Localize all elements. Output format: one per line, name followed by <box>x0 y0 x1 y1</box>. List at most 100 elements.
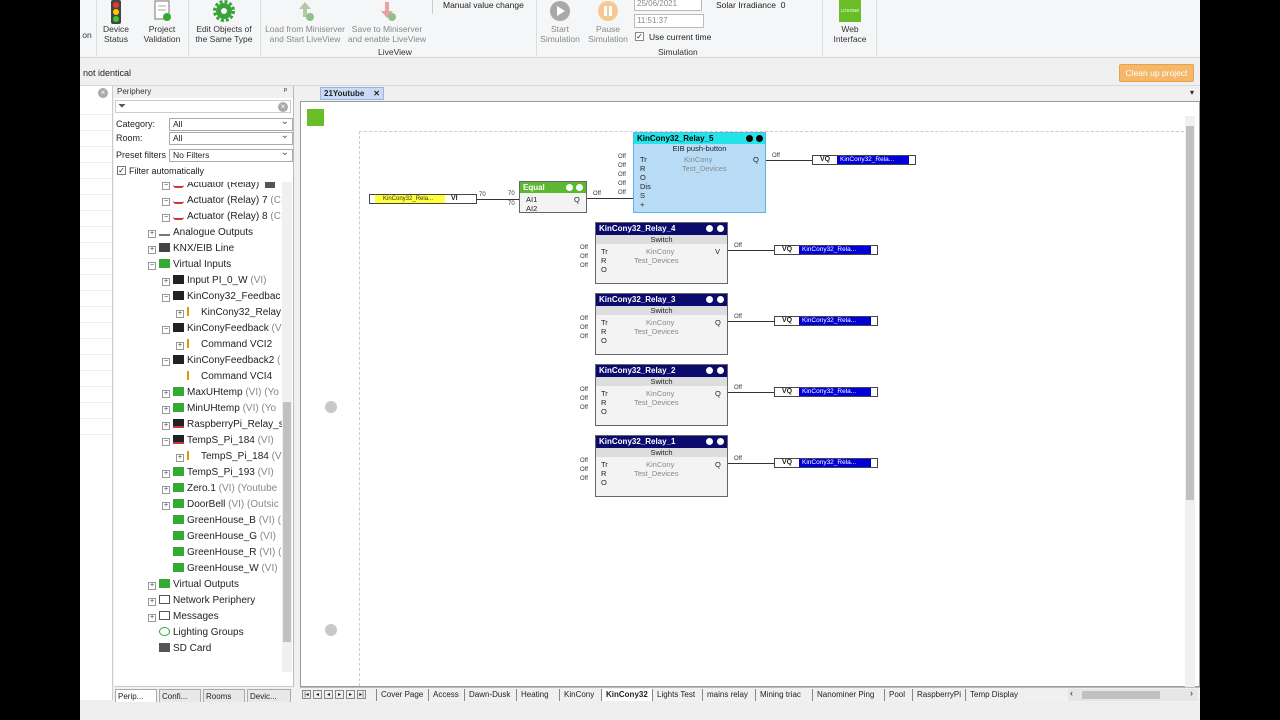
settings-icon[interactable] <box>706 225 713 232</box>
tree-item[interactable]: − Virtual Inputs <box>148 257 231 273</box>
virtual-input-block[interactable]: KinCony32_Rela... VI <box>369 194 477 204</box>
tab-pool[interactable]: Pool <box>884 689 909 701</box>
scroll-left-icon[interactable]: ‹ <box>1070 688 1073 698</box>
tab-temp-display[interactable]: Temp Display <box>965 689 1022 701</box>
tree-item[interactable]: + Virtual Outputs <box>148 577 239 593</box>
relay-5-block[interactable]: KinCony32_Relay_5 EIB push-button Tr R O… <box>633 132 766 213</box>
tree-item[interactable]: + Network Periphery <box>148 593 255 609</box>
room-select[interactable]: All <box>169 130 293 145</box>
next-page-icon[interactable]: ▸ <box>335 690 344 699</box>
scroll-thumb[interactable] <box>1082 691 1160 699</box>
tab-mains-relay[interactable]: mains relay <box>702 689 752 701</box>
clear-icon[interactable]: × <box>98 88 108 98</box>
scroll-right-icon[interactable]: › <box>1190 688 1193 698</box>
tree-item[interactable]: + Command VCI2 <box>176 337 272 353</box>
tab-dropdown-icon[interactable]: ▾ <box>1190 88 1194 97</box>
start-simulation-button[interactable]: Start Simulation <box>538 0 582 44</box>
load-liveview-button[interactable]: Load from Miniserver and Start LiveView <box>262 0 348 44</box>
settings-icon[interactable] <box>706 438 713 445</box>
tree-item[interactable]: + RaspberryPi_Relay_s <box>162 417 282 433</box>
pin-icon[interactable]: ᵖ <box>284 86 287 95</box>
time-picker[interactable]: 11:51:37 <box>634 14 704 28</box>
tab-raspberrypi[interactable]: RaspberryPi <box>912 689 965 701</box>
horizontal-scrollbar[interactable]: ‹ › <box>1068 688 1198 701</box>
manual-value-change[interactable]: Manual value change <box>443 0 524 10</box>
periphery-scrollbar[interactable] <box>282 182 292 672</box>
relay-4-block[interactable]: KinCony32_Relay_4 Switch Tr R O KinCony … <box>595 222 728 284</box>
tree-item[interactable]: + TempS_Pi_184 (V <box>176 449 282 465</box>
edit-objects-button[interactable]: Edit Objects of the Same Type <box>192 0 256 44</box>
clean-up-project-button[interactable]: Clean up project <box>1119 64 1194 82</box>
tree-item[interactable]: +GreenHouse_R (VI) ( <box>162 545 281 561</box>
preset-filters-select[interactable]: No Filters <box>169 147 293 162</box>
info-icon[interactable] <box>717 225 724 232</box>
relay-2-block[interactable]: KinCony32_Relay_2 Switch Tr R O KinCony … <box>595 364 728 426</box>
tab-dawn-dusk[interactable]: Dawn-Dusk <box>464 689 514 701</box>
info-icon[interactable] <box>756 135 763 142</box>
settings-icon[interactable] <box>566 184 573 191</box>
tree-item[interactable]: − Actuator (Relay) <box>162 182 276 193</box>
tree-item[interactable]: + KinCony32_Relay <box>176 305 281 321</box>
tab-cover-page[interactable]: Cover Page <box>376 689 427 701</box>
settings-icon[interactable] <box>706 367 713 374</box>
virtual-output-block[interactable]: VQ KinCony32_Rela... <box>812 155 916 165</box>
tree-item[interactable]: +Lighting Groups <box>148 625 244 641</box>
tab-heating[interactable]: Heating <box>516 689 553 701</box>
filter-automatically-checkbox[interactable]: ✓ <box>117 166 126 175</box>
tab-kincony32[interactable]: KinCony32 <box>601 689 652 701</box>
save-liveview-button[interactable]: Save to Miniserver and enable LiveView <box>346 0 428 44</box>
settings-icon[interactable] <box>746 135 753 142</box>
tree-item[interactable]: − TempS_Pi_184 (VI) <box>162 433 274 449</box>
tree-item[interactable]: +GreenHouse_G (VI) <box>162 529 276 545</box>
info-icon[interactable] <box>717 367 724 374</box>
tree-item[interactable]: − KinConyFeedback (V <box>162 321 282 337</box>
use-current-time-checkbox[interactable]: ✓ <box>635 32 644 41</box>
scroll-thumb[interactable] <box>283 402 291 642</box>
virtual-output-block[interactable]: VQ KinCony32_Rela... <box>774 316 878 326</box>
tab-mining-triac[interactable]: Mining triac <box>755 689 805 701</box>
tab-lights-test[interactable]: Lights Test <box>652 689 699 701</box>
tree-item[interactable]: − Actuator (Relay) 7 (C <box>162 193 281 209</box>
project-validation-button[interactable]: Project Validation <box>140 0 184 44</box>
pause-simulation-button[interactable]: Pause Simulation <box>586 0 630 44</box>
relay-3-block[interactable]: KinCony32_Relay_3 Switch Tr R O KinCony … <box>595 293 728 355</box>
tree-item[interactable]: − KinCony32_Feedbac <box>162 289 280 305</box>
tab-nanominer-ping[interactable]: Nanominer Ping <box>812 689 878 701</box>
prev-page-icon[interactable]: ◂ <box>313 690 322 699</box>
relay-1-block[interactable]: KinCony32_Relay_1 Switch Tr R O KinCony … <box>595 435 728 497</box>
info-icon[interactable] <box>717 296 724 303</box>
tree-item[interactable]: +GreenHouse_B (VI) ( <box>162 513 281 529</box>
equal-block[interactable]: Equal AI1 AI2 Q <box>519 181 587 213</box>
tree-item[interactable]: + Messages <box>148 609 219 625</box>
tree-item[interactable]: + MinUHtemp (VI) (Yo <box>162 401 276 417</box>
tree-item[interactable]: − KinConyFeedback2 ( <box>162 353 280 369</box>
tree-item[interactable]: + DoorBell (VI) (Outsic <box>162 497 279 513</box>
program-canvas[interactable]: KinCony32_Rela... VI 70 Equal AI1 AI2 Q … <box>300 101 1200 687</box>
last-page-icon[interactable]: ▸| <box>357 690 366 699</box>
tree-item[interactable]: +Command VCI4 <box>176 369 272 385</box>
tree-item[interactable]: +GreenHouse_W (VI) <box>162 561 278 577</box>
scroll-thumb[interactable] <box>1186 126 1194 500</box>
periphery-search-input[interactable]: ⏷ × <box>115 100 291 113</box>
tree-item[interactable]: + Zero.1 (VI) (Youtube <box>162 481 277 497</box>
canvas-vertical-scrollbar[interactable] <box>1185 116 1195 688</box>
web-interface-button[interactable]: LOXONE Web Interface <box>828 0 872 44</box>
info-icon[interactable] <box>576 184 583 191</box>
settings-icon[interactable] <box>706 296 713 303</box>
tab-21youtube[interactable]: 21Youtube ✕ <box>320 87 384 100</box>
virtual-output-block[interactable]: VQ KinCony32_Rela... <box>774 245 878 255</box>
tree-item[interactable]: + TempS_Pi_193 (VI) <box>162 465 274 481</box>
tree-item[interactable]: + Input PI_0_W (VI) <box>162 273 266 289</box>
clear-search-icon[interactable]: × <box>278 102 288 112</box>
tab-access[interactable]: Access <box>428 689 463 701</box>
tree-item[interactable]: + KNX/EIB Line <box>148 241 234 257</box>
tree-item[interactable]: +SD Card <box>148 641 211 657</box>
tree-item[interactable]: + MaxUHtemp (VI) (Yo <box>162 385 279 401</box>
tree-item[interactable]: + Analogue Outputs <box>148 225 253 241</box>
jump-back-icon[interactable]: ◂ <box>324 690 333 699</box>
tab-kincony[interactable]: KinCony <box>559 689 598 701</box>
page-pin-icon[interactable] <box>307 109 324 126</box>
virtual-output-block[interactable]: VQ KinCony32_Rela... <box>774 458 878 468</box>
jump-forward-icon[interactable]: ▸ <box>346 690 355 699</box>
date-picker[interactable]: 25/06/2021 <box>634 0 702 11</box>
